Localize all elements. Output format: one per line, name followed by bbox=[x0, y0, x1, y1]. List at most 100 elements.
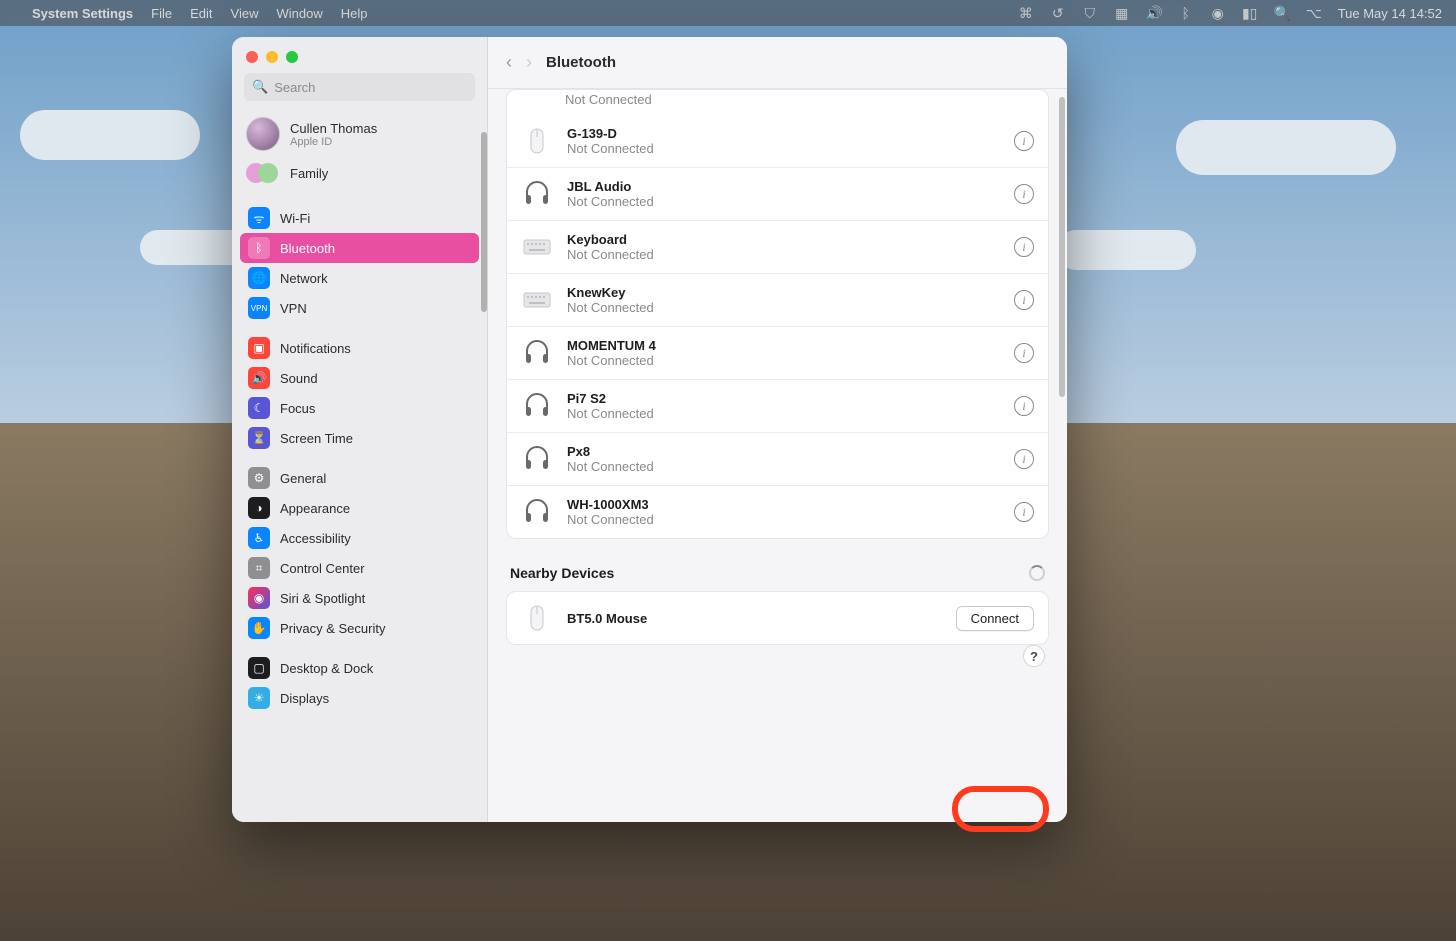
sidebar-item-label: Siri & Spotlight bbox=[280, 591, 365, 606]
device-name: KnewKey bbox=[567, 285, 654, 300]
sidebar-item-label: Bluetooth bbox=[280, 241, 335, 256]
user-icon[interactable]: ◉ bbox=[1210, 5, 1226, 21]
sidebar-item-label: Notifications bbox=[280, 341, 351, 356]
sidebar-item-desktop-dock[interactable]: ▢Desktop & Dock bbox=[240, 653, 479, 683]
window-controls bbox=[232, 37, 487, 73]
close-button[interactable] bbox=[246, 51, 258, 63]
menubar-clock[interactable]: Tue May 14 14:52 bbox=[1338, 6, 1442, 21]
control-center-icon[interactable]: ⌥ bbox=[1306, 5, 1322, 21]
shield-icon[interactable]: ⛉ bbox=[1082, 5, 1098, 21]
back-button[interactable]: ‹ bbox=[506, 52, 512, 73]
sidebar-account[interactable]: Cullen Thomas Apple ID bbox=[232, 111, 487, 157]
headphones-icon bbox=[521, 390, 553, 422]
info-button[interactable]: i bbox=[1014, 290, 1034, 310]
a11y-icon: ♿︎ bbox=[248, 527, 270, 549]
avatar bbox=[246, 117, 280, 151]
sidebar-item-label: Accessibility bbox=[280, 531, 351, 546]
device-row[interactable]: KeyboardNot Connectedi bbox=[507, 220, 1048, 273]
sidebar-family[interactable]: Family bbox=[232, 157, 487, 189]
device-row[interactable]: KnewKeyNot Connected i bbox=[507, 273, 1048, 326]
menubar-view[interactable]: View bbox=[231, 6, 259, 21]
sidebar-item-label: Appearance bbox=[280, 501, 350, 516]
menubar-window[interactable]: Window bbox=[276, 6, 322, 21]
sidebar-scrollbar[interactable] bbox=[481, 132, 487, 312]
sidebar-item-vpn[interactable]: VPNVPN bbox=[240, 293, 479, 323]
info-button[interactable]: i bbox=[1014, 396, 1034, 416]
device-row[interactable]: Px8Not Connected i bbox=[507, 432, 1048, 485]
info-button[interactable]: i bbox=[1014, 449, 1034, 469]
device-row[interactable]: Pi7 S2Not Connected i bbox=[507, 379, 1048, 432]
menubar-file[interactable]: File bbox=[151, 6, 172, 21]
bell-icon: ▣ bbox=[248, 337, 270, 359]
hand-icon: ✋ bbox=[248, 617, 270, 639]
vpn-icon: VPN bbox=[248, 297, 270, 319]
timemachine-icon[interactable]: ↺ bbox=[1050, 5, 1066, 21]
tiles-icon[interactable]: ▦ bbox=[1114, 5, 1130, 21]
spotlight-icon[interactable]: 🔍 bbox=[1274, 5, 1290, 21]
sidebar-item-label: Displays bbox=[280, 691, 329, 706]
connect-button[interactable]: Connect bbox=[956, 606, 1034, 631]
sidebar-item-label: Sound bbox=[280, 371, 318, 386]
content-scrollbar[interactable] bbox=[1059, 97, 1065, 397]
sidebar-item-appearance[interactable]: ◑ Appearance bbox=[240, 493, 479, 523]
sidebar-item-siri-spotlight[interactable]: ◉Siri & Spotlight bbox=[240, 583, 479, 613]
sidebar-item-general[interactable]: ⚙General bbox=[240, 463, 479, 493]
minimize-button[interactable] bbox=[266, 51, 278, 63]
sidebar-item-control-center[interactable]: ⌗Control Center bbox=[240, 553, 479, 583]
menubar-edit[interactable]: Edit bbox=[190, 6, 212, 21]
device-row[interactable]: WH-1000XM3Not Connectedi bbox=[507, 485, 1048, 538]
info-button[interactable]: i bbox=[1014, 502, 1034, 522]
sidebar-item-focus[interactable]: ☾Focus bbox=[240, 393, 479, 423]
menubar-help[interactable]: Help bbox=[341, 6, 368, 21]
moon-icon: ☾ bbox=[248, 397, 270, 419]
account-name: Cullen Thomas bbox=[290, 121, 377, 136]
device-name: Px8 bbox=[567, 444, 654, 459]
info-button[interactable]: i bbox=[1014, 237, 1034, 257]
keyboard-icon bbox=[521, 284, 553, 316]
sidebar-item-wi-fi[interactable]: ᯤWi-Fi bbox=[240, 203, 479, 233]
sidebar-item-bluetooth[interactable]: ᛒBluetooth bbox=[240, 233, 479, 263]
device-status: Not Connected bbox=[567, 406, 654, 421]
device-status: Not Connected bbox=[567, 459, 654, 474]
my-devices-card: Not Connected G-139-DNot ConnectediJBL A… bbox=[506, 89, 1049, 539]
volume-icon[interactable]: 🔊 bbox=[1146, 5, 1162, 21]
device-status: Not Connected bbox=[567, 247, 654, 262]
nearby-devices-header: Nearby Devices bbox=[510, 565, 614, 581]
gear-icon: ⚙ bbox=[248, 467, 270, 489]
info-button[interactable]: i bbox=[1014, 131, 1034, 151]
sidebar-item-displays[interactable]: ☀ Displays bbox=[240, 683, 479, 713]
family-label: Family bbox=[290, 166, 328, 181]
sidebar-item-network[interactable]: 🌐Network bbox=[240, 263, 479, 293]
page-title: Bluetooth bbox=[546, 54, 616, 71]
search-input[interactable]: 🔍 Search bbox=[244, 73, 475, 101]
titlebar: ‹ › Bluetooth bbox=[488, 37, 1067, 89]
sidebar-item-notifications[interactable]: ▣ Notifications bbox=[240, 333, 479, 363]
info-button[interactable]: i bbox=[1014, 343, 1034, 363]
help-button[interactable]: ? bbox=[1023, 645, 1045, 667]
keyboard-icon bbox=[521, 231, 553, 263]
sun-icon: ☀ bbox=[248, 687, 270, 709]
bluetooth-icon[interactable]: ᛒ bbox=[1178, 5, 1194, 21]
device-row[interactable]: JBL AudioNot Connectedi bbox=[507, 167, 1048, 220]
paperclip-icon[interactable]: ⌘ bbox=[1018, 5, 1034, 21]
mouse-icon bbox=[521, 602, 553, 634]
menubar-app[interactable]: System Settings bbox=[32, 6, 133, 21]
sidebar-item-label: Desktop & Dock bbox=[280, 661, 373, 676]
info-button[interactable]: i bbox=[1014, 184, 1034, 204]
device-name: Pi7 S2 bbox=[567, 391, 654, 406]
device-name: BT5.0 Mouse bbox=[567, 611, 647, 626]
device-row[interactable]: MOMENTUM 4Not Connectedi bbox=[507, 326, 1048, 379]
zoom-button[interactable] bbox=[286, 51, 298, 63]
battery-icon[interactable]: ▮▯ bbox=[1242, 5, 1258, 21]
nearby-device-row[interactable]: BT5.0 Mouse Connect bbox=[507, 592, 1048, 644]
device-row[interactable]: G-139-DNot Connectedi bbox=[507, 115, 1048, 167]
sidebar-item-sound[interactable]: 🔊Sound bbox=[240, 363, 479, 393]
device-status: Not Connected bbox=[567, 300, 654, 315]
headphones-icon bbox=[521, 443, 553, 475]
sidebar-item-privacy-security[interactable]: ✋Privacy & Security bbox=[240, 613, 479, 643]
sidebar-item-screen-time[interactable]: ⏳Screen Time bbox=[240, 423, 479, 453]
device-name: WH-1000XM3 bbox=[567, 497, 654, 512]
forward-button[interactable]: › bbox=[526, 52, 532, 73]
appearance-icon: ◑ bbox=[248, 497, 270, 519]
sidebar-item-accessibility[interactable]: ♿︎ Accessibility bbox=[240, 523, 479, 553]
